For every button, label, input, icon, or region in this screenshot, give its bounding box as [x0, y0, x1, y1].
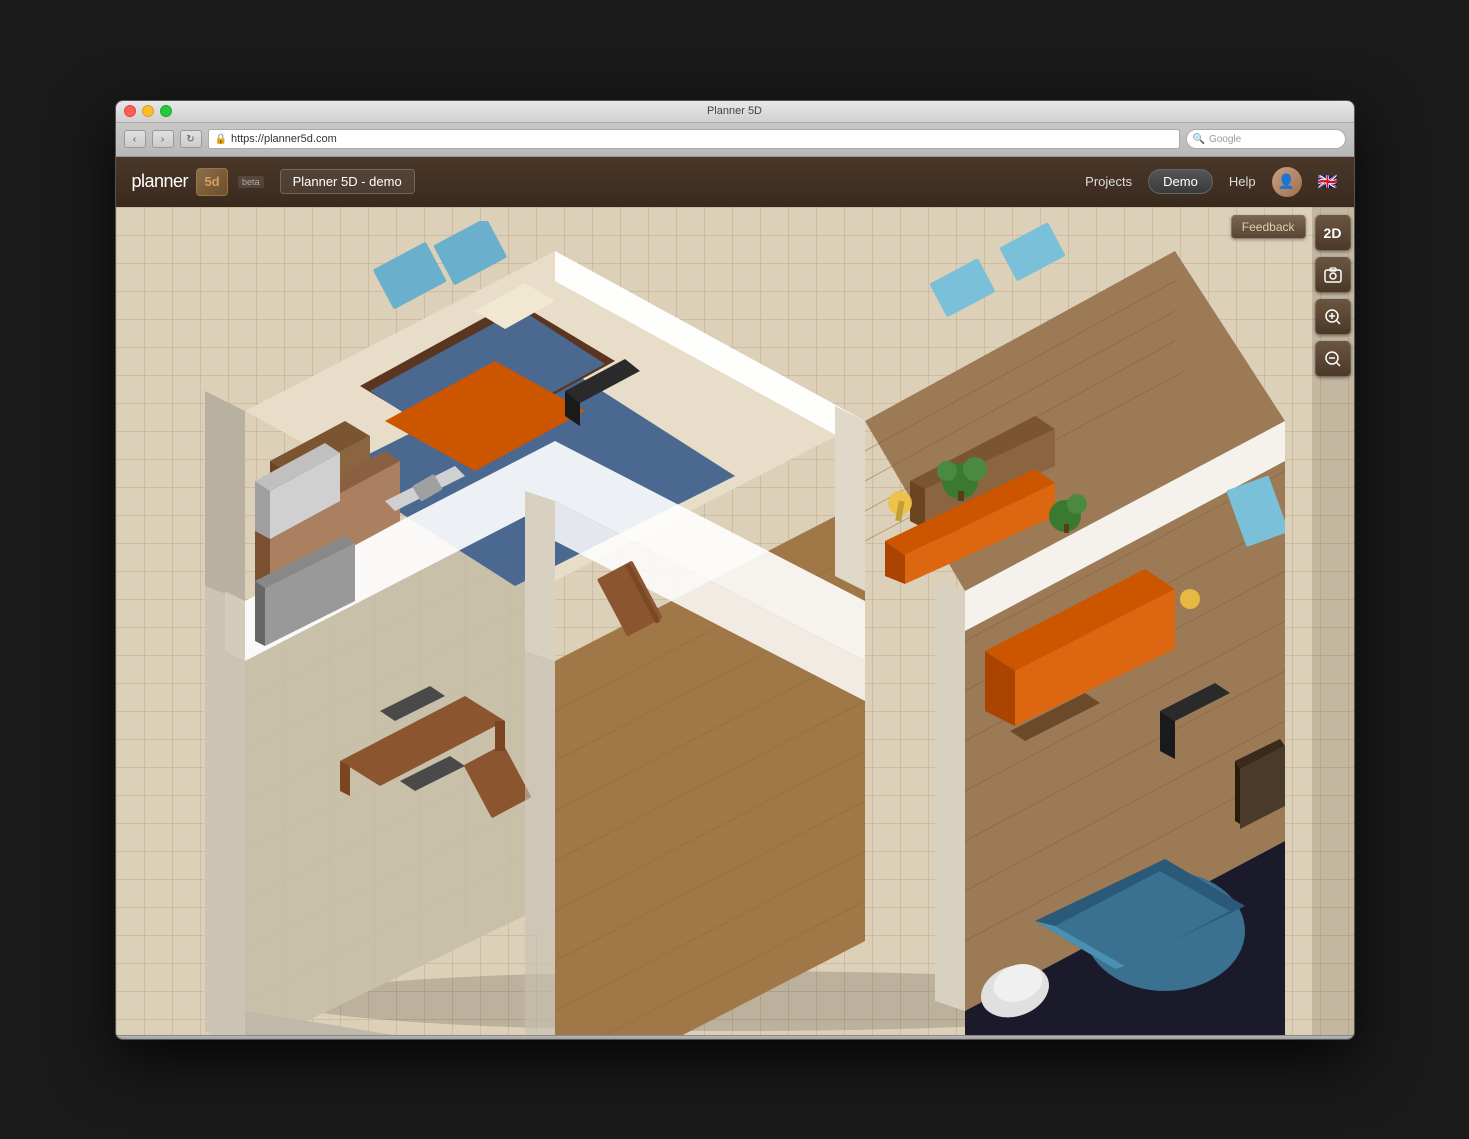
feedback-button[interactable]: Feedback — [1231, 215, 1306, 239]
search-icon: 🔍 — [1193, 134, 1205, 145]
language-flag[interactable]: 🇬🇧 — [1318, 172, 1338, 192]
address-bar: ‹ › ↻ 🔒 https://planner5d.com 🔍 Google — [116, 123, 1354, 157]
house-container — [185, 221, 1285, 1035]
projects-link[interactable]: Projects — [1085, 174, 1132, 189]
title-bar: Planner 5D — [116, 101, 1354, 123]
search-bar[interactable]: 🔍 Google — [1186, 129, 1346, 149]
help-link[interactable]: Help — [1229, 174, 1256, 189]
beta-badge: beta — [238, 176, 264, 188]
house-3d-view — [116, 207, 1354, 1035]
back-button[interactable]: ‹ — [124, 130, 146, 148]
logo-text: planner — [132, 171, 189, 192]
2d-view-button[interactable]: 2D — [1315, 215, 1351, 251]
mac-window: Planner 5D ‹ › ↻ 🔒 https://planner5d.com… — [115, 100, 1355, 1040]
demo-button[interactable]: Demo — [1148, 169, 1213, 194]
logo-area: planner 5d beta — [132, 168, 264, 196]
app-nav: planner 5d beta Planner 5D - demo Projec… — [116, 157, 1354, 207]
close-button[interactable] — [124, 105, 136, 117]
project-name-button[interactable]: Planner 5D - demo — [280, 169, 415, 194]
url-bar[interactable]: 🔒 https://planner5d.com — [208, 129, 1180, 149]
right-toolbar: 2D — [1312, 207, 1354, 1035]
refresh-button[interactable]: ↻ — [180, 130, 202, 148]
title-bar-buttons — [124, 105, 172, 117]
main-viewport: Feedback 2D — [116, 207, 1354, 1035]
window-border-bottom — [116, 1035, 1354, 1039]
zoom-out-button[interactable] — [1315, 341, 1351, 377]
zoom-in-button[interactable] — [1315, 299, 1351, 335]
maximize-button[interactable] — [160, 105, 172, 117]
logo-5d: 5d — [196, 168, 228, 196]
url-text: https://planner5d.com — [231, 133, 337, 145]
avatar[interactable]: 👤 — [1272, 167, 1302, 197]
window-title: Planner 5D — [707, 105, 762, 117]
search-placeholder: Google — [1209, 134, 1241, 145]
minimize-button[interactable] — [142, 105, 154, 117]
forward-button[interactable]: › — [152, 130, 174, 148]
house-svg — [185, 221, 1285, 1035]
secure-icon: 🔒 — [215, 134, 227, 145]
screenshot-button[interactable] — [1315, 257, 1351, 293]
